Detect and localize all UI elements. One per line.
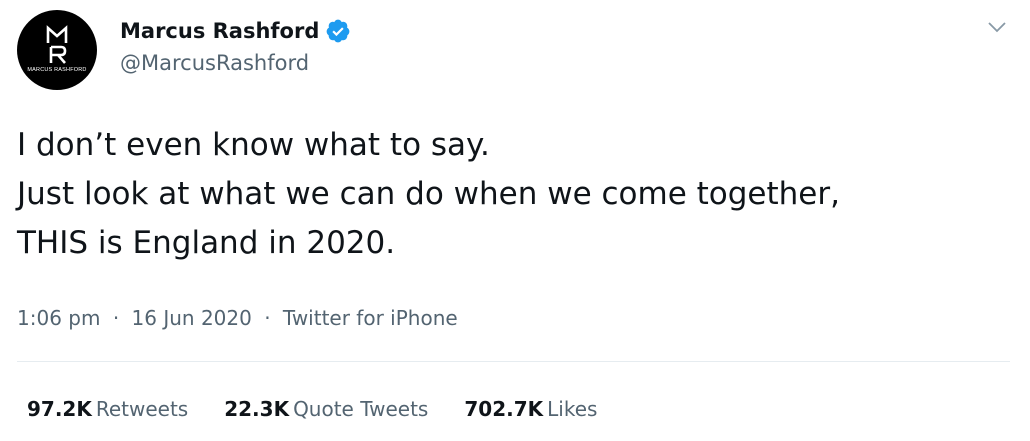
tweet-text-line: I don’t even know what to say. bbox=[17, 127, 490, 163]
retweets-label: Retweets bbox=[95, 397, 189, 421]
author-handle[interactable]: @MarcusRashford bbox=[120, 51, 309, 75]
tweet-card: MARCUS RASHFORD Marcus Rashford @MarcusR… bbox=[0, 0, 1030, 441]
likes-stat[interactable]: 702.7K Likes bbox=[464, 397, 597, 421]
meta-separator: · bbox=[264, 306, 271, 330]
likes-count: 702.7K bbox=[464, 397, 544, 421]
chevron-down-icon[interactable] bbox=[982, 12, 1012, 42]
quote-tweets-label: Quote Tweets bbox=[293, 397, 429, 421]
tweet-meta: 1:06 pm · 16 Jun 2020 · Twitter for iPho… bbox=[17, 306, 458, 330]
tweet-stats: 97.2K Retweets 22.3K Quote Tweets 702.7K Li… bbox=[27, 397, 633, 421]
quote-tweets-stat[interactable]: 22.3K Quote Tweets bbox=[224, 397, 428, 421]
author-name-row[interactable]: Marcus Rashford bbox=[120, 16, 351, 46]
quote-tweets-count: 22.3K bbox=[224, 397, 290, 421]
likes-label: Likes bbox=[547, 397, 598, 421]
tweet-time[interactable]: 1:06 pm bbox=[17, 306, 100, 330]
tweet-date[interactable]: 16 Jun 2020 bbox=[132, 306, 252, 330]
avatar[interactable]: MARCUS RASHFORD bbox=[17, 10, 97, 90]
verified-badge-icon bbox=[327, 19, 350, 43]
tweet-source[interactable]: Twitter for iPhone bbox=[283, 306, 458, 330]
tweet-text-line: Just look at what we can do when we come… bbox=[17, 176, 840, 212]
tweet-text-line: THIS is England in 2020. bbox=[17, 225, 396, 261]
meta-separator: · bbox=[112, 306, 120, 330]
retweets-stat[interactable]: 97.2K Retweets bbox=[27, 397, 188, 421]
avatar-logo-icon bbox=[46, 25, 68, 64]
avatar-logo-text: MARCUS RASHFORD bbox=[27, 67, 87, 73]
retweets-count: 97.2K bbox=[27, 397, 92, 421]
tweet-text: I don’t even know what to say. Just look… bbox=[17, 121, 1007, 268]
divider bbox=[17, 361, 1010, 362]
display-name[interactable]: Marcus Rashford bbox=[120, 19, 319, 43]
